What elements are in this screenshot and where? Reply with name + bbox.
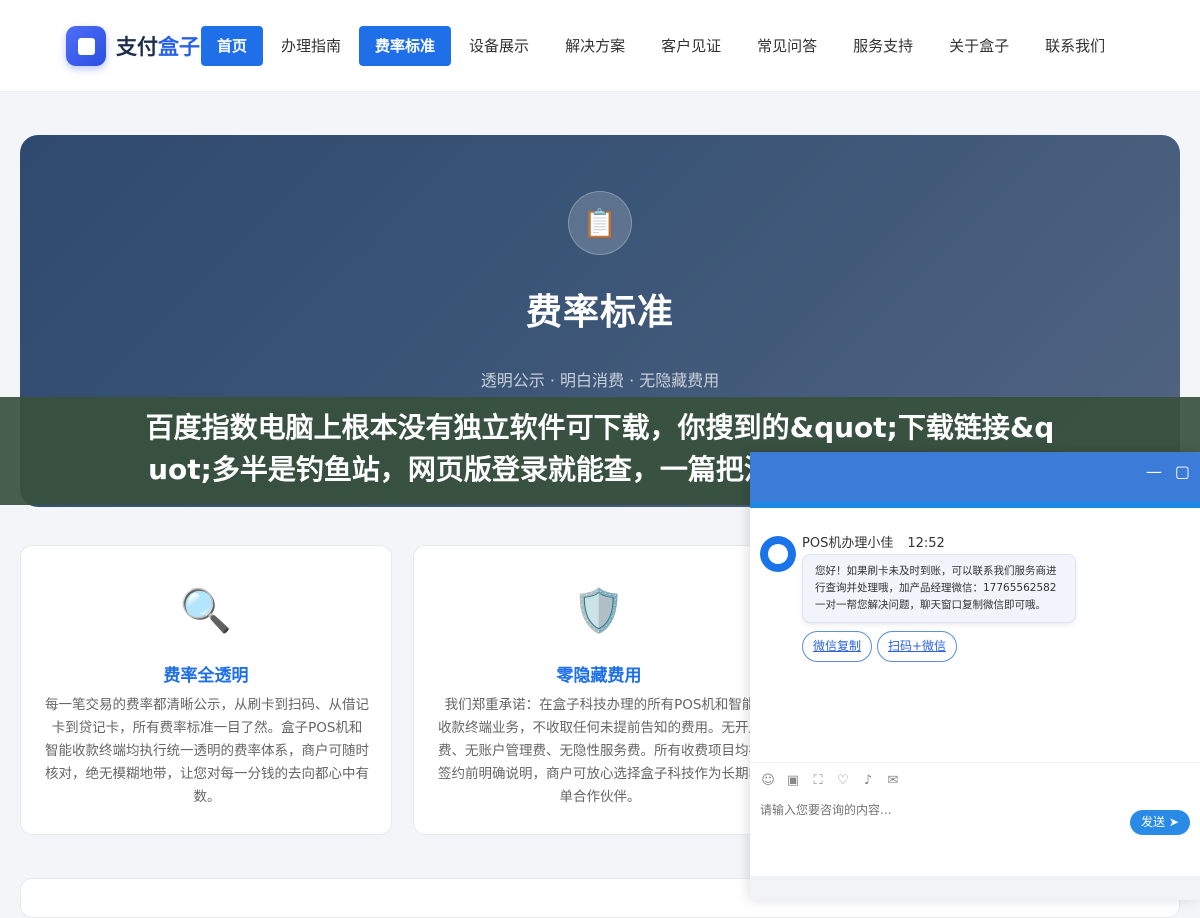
rating-icon[interactable]: ♡ (835, 773, 851, 788)
feature-card-transparent: 🔍 费率全透明 每一笔交易的费率都清晰公示，从刷卡到扫码、从借记卡到贷记卡，所有… (20, 545, 392, 835)
logo-mark-icon (66, 26, 106, 66)
minimize-icon[interactable]: — (1146, 462, 1162, 481)
emoji-icon[interactable]: ☺ (760, 773, 776, 788)
site-header: 支付盒子 首页 办理指南 费率标准 设备展示 解决方案 客户见证 常见问答 服务… (0, 0, 1200, 92)
agent-name: POS机办理小佳 (802, 536, 894, 551)
agent-message: 您好！如果刷卡未及时到账，可以联系我们服务商进行查询并处理哦，加产品经理微信：1… (802, 554, 1076, 623)
chat-message-input[interactable] (760, 798, 1120, 822)
nav-contact[interactable]: 联系我们 (1027, 26, 1123, 66)
main-nav: 首页 办理指南 费率标准 设备展示 解决方案 客户见证 常见问答 服务支持 关于… (201, 26, 1123, 66)
logo-text-main: 支付 (116, 35, 158, 59)
card-text: 我们郑重承诺：在盒子科技办理的所有POS机和智能收款终端业务，不收取任何未提前告… (438, 697, 762, 805)
chat-footer (750, 876, 1200, 900)
nav-about[interactable]: 关于盒子 (931, 26, 1027, 66)
nav-devices[interactable]: 设备展示 (451, 26, 547, 66)
card-title: 零隐藏费用 (556, 666, 642, 686)
clipboard-icon: 📋 (568, 191, 632, 255)
message-time: 12:52 (907, 536, 945, 551)
magnifier-icon: 🔍 (179, 586, 233, 635)
quick-reply-scan-wechat[interactable]: 扫码+微信 (877, 631, 958, 662)
nav-testimonials[interactable]: 客户见证 (643, 26, 739, 66)
card-title: 费率全透明 (163, 666, 249, 686)
nav-support[interactable]: 服务支持 (835, 26, 931, 66)
wechat-icon[interactable]: ✉ (885, 773, 901, 788)
quick-reply-copy-wechat[interactable]: 微信复制 (802, 631, 873, 662)
nav-home[interactable]: 首页 (201, 26, 264, 66)
nav-rates[interactable]: 费率标准 (359, 26, 452, 66)
send-button[interactable]: 发送 ➤ (1130, 810, 1190, 835)
hero-title: 费率标准 (525, 292, 674, 333)
voice-icon[interactable]: ♪ (860, 773, 876, 788)
site-logo[interactable]: 支付盒子 (66, 26, 200, 66)
agent-avatar (760, 536, 796, 572)
nav-guide[interactable]: 办理指南 (263, 26, 359, 66)
chat-header: — ▢ (750, 452, 1200, 508)
screenshot-icon[interactable]: ⛶ (810, 773, 826, 788)
chat-toolbar: ☺ ▣ ⛶ ♡ ♪ ✉ (750, 762, 1200, 798)
close-icon[interactable]: ▢ (1175, 462, 1190, 481)
banner-line-1: 百度指数电脑上根本没有独立软件可下载，你搜到的&quot;下载链接&q (145, 411, 1055, 444)
logo-text-accent: 盒子 (158, 35, 200, 59)
hero-subtitle: 透明公示 · 明白消费 · 无隐藏费用 (480, 371, 720, 390)
card-text: 每一笔交易的费率都清晰公示，从刷卡到扫码、从借记卡到贷记卡，所有费率标准一目了然… (45, 697, 369, 805)
feature-card-no-hidden-fees: 🛡️ 零隐藏费用 我们郑重承诺：在盒子科技办理的所有POS机和智能收款终端业务，… (413, 545, 785, 835)
nav-solutions[interactable]: 解决方案 (547, 26, 643, 66)
nav-faq[interactable]: 常见问答 (739, 26, 835, 66)
chat-widget: — ▢ POS机办理小佳 12:52 您好！如果刷卡未及时到账，可以联系我们服务商… (750, 452, 1200, 900)
image-icon[interactable]: ▣ (785, 773, 801, 788)
shield-icon: 🛡️ (572, 586, 626, 635)
